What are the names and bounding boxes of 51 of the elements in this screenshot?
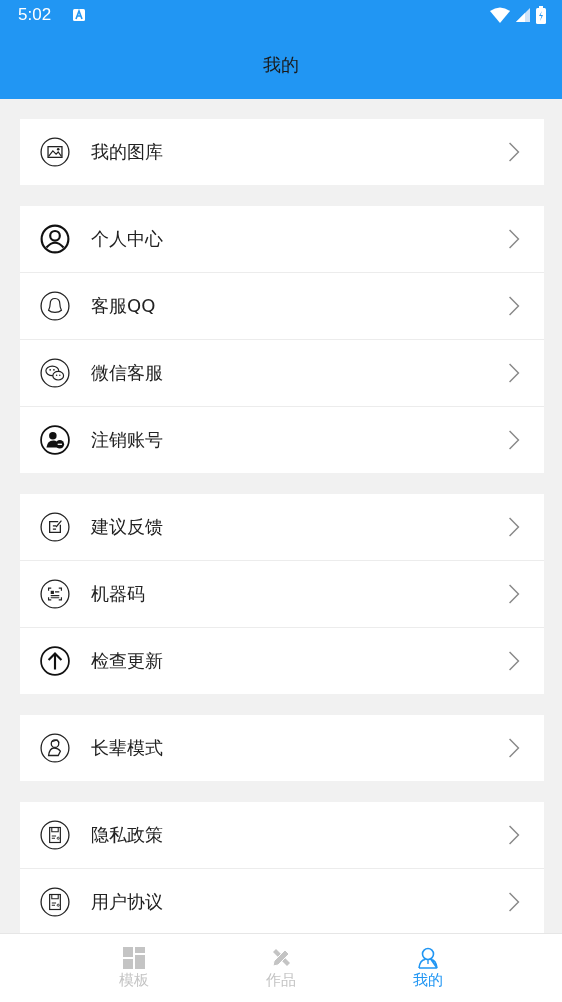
chevron-right-icon [508,738,520,758]
penguin-icon [40,291,70,321]
menu-item[interactable]: 客服QQ [20,272,544,339]
menu-label: 隐私政策 [91,823,164,847]
chevron-right-icon [508,430,520,450]
page-title: 我的 [263,52,299,77]
user-remove-icon [40,425,70,455]
menu-item[interactable]: 机器码 [20,560,544,627]
user-icon [40,224,70,254]
chevron-right-icon [508,892,520,912]
signal-icon [516,8,530,22]
battery-icon [536,6,546,24]
elderly-person-icon [40,733,70,763]
chevron-right-icon [508,363,520,383]
chevron-right-icon [508,517,520,537]
menu-label: 客服QQ [91,294,157,318]
edit-note-icon [40,512,70,542]
menu-label: 长辈模式 [91,736,164,760]
menu-item[interactable]: 注销账号 [20,406,544,473]
document-icon [40,820,70,850]
chevron-right-icon [508,584,520,604]
menu-label: 用户协议 [91,890,164,914]
gallery-icon [40,137,70,167]
document-icon [40,887,70,917]
chevron-right-icon [508,651,520,671]
user-icon [417,946,440,969]
menu-label: 微信客服 [91,361,164,385]
menu-item[interactable]: 隐私政策 [20,802,544,868]
menu-item[interactable]: 我的图库 [20,119,544,185]
chevron-right-icon [508,142,520,162]
menu-label: 注销账号 [91,428,164,452]
menu-label: 建议反馈 [91,515,164,539]
menu-label: 个人中心 [91,227,164,251]
notification-icon [73,9,86,21]
menu-item[interactable]: 检查更新 [20,627,544,694]
status-time: 5:02 [18,5,52,25]
chevron-right-icon [508,229,520,249]
grid-icon [122,946,145,969]
wifi-icon [490,7,510,23]
chevron-right-icon [508,296,520,316]
menu-item[interactable]: 微信客服 [20,339,544,406]
menu-label: 我的图库 [91,140,164,164]
menu-item[interactable]: 建议反馈 [20,494,544,560]
menu-item[interactable]: 个人中心 [20,206,544,272]
chevron-right-icon [508,825,520,845]
scan-icon [40,579,70,609]
menu-label: 检查更新 [91,649,164,673]
chat-bubbles-icon [40,358,70,388]
menu-item[interactable]: 长辈模式 [20,715,544,781]
pencil-ruler-icon [270,946,292,969]
menu-label: 机器码 [91,582,146,606]
